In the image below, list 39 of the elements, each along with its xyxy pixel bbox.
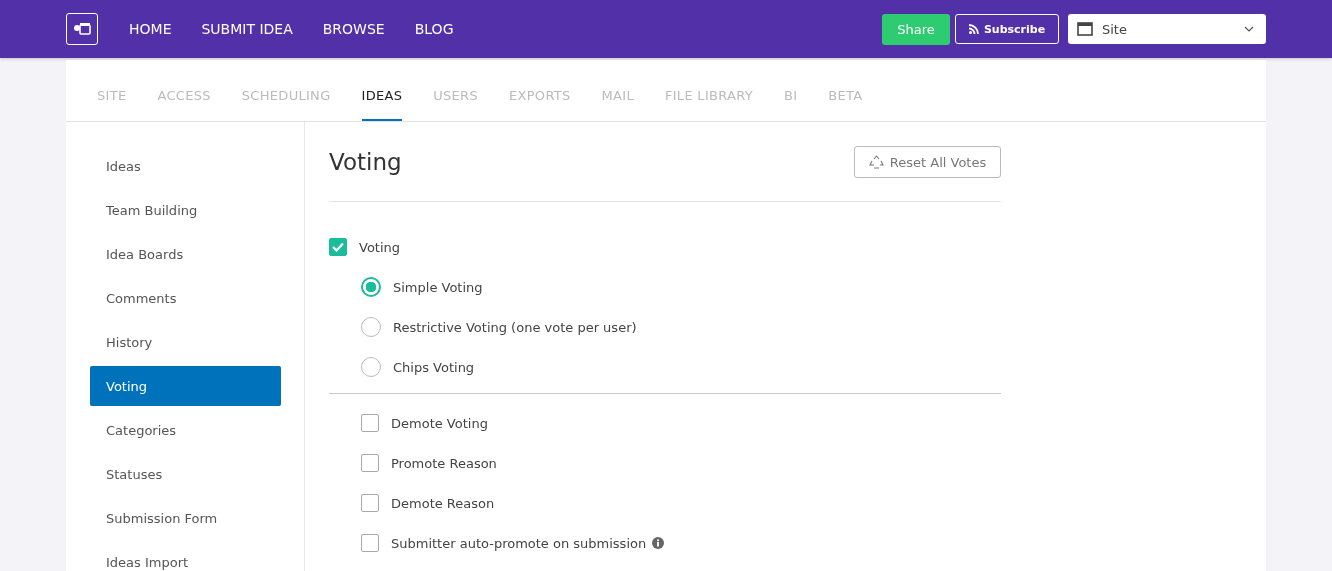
option-label: Demote Voting bbox=[391, 415, 488, 431]
option-label: Promote Reason bbox=[391, 455, 497, 471]
info-icon[interactable] bbox=[652, 537, 665, 549]
checkbox[interactable] bbox=[361, 494, 379, 512]
sidebar-item[interactable]: Categories bbox=[90, 410, 281, 450]
sidebar-item[interactable]: Submission Form bbox=[90, 498, 281, 538]
section-title: Voting bbox=[329, 149, 402, 175]
option-label: Submitter auto-promote on submission bbox=[391, 535, 647, 551]
reset-button[interactable]: Reset All Votes bbox=[854, 146, 1001, 178]
radio-button[interactable] bbox=[361, 277, 381, 297]
settings-tab[interactable]: IDEAS bbox=[361, 60, 403, 121]
sidebar-item[interactable]: Statuses bbox=[90, 454, 281, 494]
option-label: Demote Reason bbox=[391, 495, 495, 511]
option-label: Restrictive Voting (one vote per user) bbox=[393, 319, 637, 335]
nav-link[interactable]: BROWSE bbox=[322, 21, 385, 37]
site-select[interactable]: Site bbox=[1068, 14, 1266, 44]
rss-icon bbox=[968, 24, 979, 34]
checkbox[interactable] bbox=[361, 534, 379, 552]
sidebar-item[interactable]: Team Building bbox=[90, 190, 281, 230]
nav-link[interactable]: SUBMIT IDEA bbox=[201, 21, 293, 37]
sidebar-item[interactable]: Voting bbox=[90, 366, 281, 406]
sidebar-item[interactable]: Comments bbox=[90, 278, 281, 318]
checkbox[interactable] bbox=[361, 454, 379, 472]
option-label: Chips Voting bbox=[393, 359, 475, 375]
subscribe-button[interactable]: Subscribe bbox=[955, 14, 1059, 44]
sidebar-item[interactable]: Ideas bbox=[90, 146, 281, 186]
sidebar-item[interactable]: Ideas Import bbox=[90, 542, 281, 571]
option-label: Voting bbox=[359, 239, 401, 255]
checkbox[interactable] bbox=[361, 414, 379, 432]
recycle-icon bbox=[868, 155, 884, 169]
option-label: Simple Voting bbox=[393, 279, 483, 295]
window-icon bbox=[1077, 22, 1093, 36]
nav-link[interactable]: BLOG bbox=[414, 21, 454, 37]
checkbox[interactable] bbox=[329, 238, 347, 256]
sidebar-item[interactable]: History bbox=[90, 322, 281, 362]
logo-icon[interactable] bbox=[66, 13, 98, 45]
sidebar-item[interactable]: Idea Boards bbox=[90, 234, 281, 274]
chevron-down-icon bbox=[1244, 26, 1254, 32]
nav-link[interactable]: HOME bbox=[129, 21, 172, 37]
